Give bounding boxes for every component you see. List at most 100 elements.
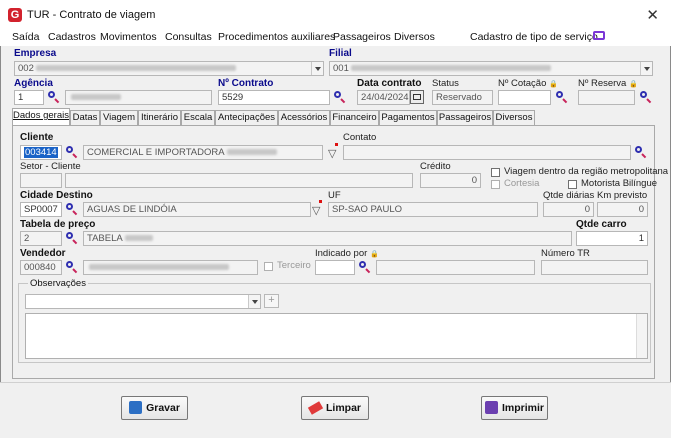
close-icon[interactable]: ✕ [646, 6, 659, 24]
km-previsto-label: Km previsto [597, 190, 648, 201]
terceiro-label: Terceiro [277, 260, 311, 271]
contrato-label: Nº Contrato [218, 78, 274, 89]
menu-passageiros[interactable]: Passageiros [333, 31, 391, 43]
cotacao-input[interactable] [498, 90, 551, 105]
cotacao-label: Nº Cotação 🔒 [498, 78, 558, 89]
required-marker [335, 143, 338, 146]
menu-movimentos[interactable]: Movimentos [100, 31, 157, 43]
agencia-input[interactable]: 1 [14, 90, 44, 105]
gravar-button[interactable]: Gravar [121, 396, 188, 420]
vendedor-label: Vendedor [20, 248, 66, 259]
tab-passageiros[interactable]: Passageiros [437, 110, 493, 125]
viagem-metropolitana-checkbox[interactable] [491, 168, 500, 177]
cliente-label: Cliente [20, 132, 54, 143]
uf-field: SP-SAO PAULO [328, 202, 538, 217]
filial-select[interactable]: 001 [329, 61, 653, 76]
qtde-carro-label: Qtde carro [576, 219, 627, 230]
tab-viagem[interactable]: Viagem [100, 110, 138, 125]
app-logo: G [8, 8, 22, 22]
tabela-preco-label: Tabela de preço [20, 219, 96, 230]
chevron-down-icon[interactable] [640, 62, 652, 75]
search-icon[interactable] [333, 90, 347, 104]
contato-input[interactable] [343, 145, 631, 160]
menu-procedimentos[interactable]: Procedimentos auxiliares [218, 31, 335, 43]
tabela-name-redacted [124, 235, 153, 242]
tab-itinerario[interactable]: Itinerário [138, 110, 181, 125]
cliente-code-selected: 003414 [24, 147, 58, 158]
vendedor-name-field [83, 260, 258, 275]
tab-acessorios[interactable]: Acessórios [278, 110, 330, 125]
search-icon[interactable] [47, 90, 61, 104]
cidade-code-input[interactable]: SP0007 [20, 202, 62, 217]
search-icon[interactable] [65, 260, 79, 274]
motorista-bilingue-checkbox[interactable] [568, 180, 577, 189]
reserva-input[interactable] [578, 90, 635, 105]
setor-input[interactable] [65, 173, 413, 188]
lock-icon: 🔒 [549, 81, 558, 88]
viagem-metropolitana-label: Viagem dentro da região metropolitana [504, 166, 669, 177]
numero-tr-input[interactable] [541, 260, 648, 275]
search-icon[interactable] [65, 231, 79, 245]
contrato-input[interactable]: 5529 [218, 90, 330, 105]
scrollbar[interactable] [636, 314, 647, 358]
menu-cadastro-tipo-servico[interactable]: Cadastro de tipo de serviço [470, 31, 598, 43]
limpar-label: Limpar [325, 402, 361, 414]
chevron-down-icon[interactable] [248, 295, 260, 308]
calendar-icon[interactable] [410, 90, 424, 104]
filter-icon[interactable]: ▽ [312, 204, 320, 217]
empresa-select[interactable]: 002 [14, 61, 324, 76]
filter-icon[interactable]: ▽ [328, 147, 336, 160]
tab-dados-gerais[interactable]: Dados gerais [12, 108, 70, 125]
search-icon[interactable] [639, 90, 653, 104]
cliente-code-input[interactable]: 003414 [20, 145, 62, 160]
search-icon[interactable] [65, 145, 79, 159]
cidade-name-field: AGUAS DE LINDÓIA [83, 202, 311, 217]
menu-diversos[interactable]: Diversos [394, 31, 435, 43]
tab-antecipacoes[interactable]: Antecipações [215, 110, 278, 125]
limpar-button[interactable]: Limpar [301, 396, 369, 420]
tab-diversos[interactable]: Diversos [493, 110, 535, 125]
data-contrato-field[interactable]: 24/04/2024 [357, 90, 410, 105]
filial-label: Filial [329, 48, 352, 59]
indicado-por-input[interactable] [315, 260, 355, 275]
cliente-name: COMERCIAL E IMPORTADORA [87, 147, 225, 158]
indicado-por-label-text: Indicado por [315, 248, 368, 259]
observacoes-textarea[interactable] [25, 313, 648, 359]
qtde-carro-input[interactable]: 1 [576, 231, 648, 246]
tabela-code-input[interactable]: 2 [20, 231, 62, 246]
menu-cadastros[interactable]: Cadastros [48, 31, 96, 43]
monitor-icon[interactable] [593, 31, 605, 40]
setor-code-input[interactable] [20, 173, 62, 188]
terceiro-checkbox[interactable] [264, 262, 273, 271]
chevron-down-icon[interactable] [311, 62, 323, 75]
filial-name-redacted [350, 65, 551, 72]
tab-pagamentos[interactable]: Pagamentos [379, 110, 437, 125]
contato-label: Contato [343, 132, 377, 143]
cliente-name-field: COMERCIAL E IMPORTADORA [83, 145, 323, 160]
tab-datas[interactable]: Datas [70, 110, 100, 125]
tab-escala[interactable]: Escala [181, 110, 215, 125]
lock-icon: 🔒 [369, 251, 379, 258]
indicado-por-label: Indicado por 🔒 [315, 248, 379, 259]
credito-field: 0 [420, 173, 481, 188]
vendedor-code-input[interactable]: 000840 [20, 260, 62, 275]
search-icon[interactable] [555, 90, 569, 104]
cortesia-checkbox[interactable] [491, 180, 500, 189]
filial-code: 001 [333, 63, 349, 74]
agencia-name-field [65, 90, 212, 105]
search-icon[interactable] [65, 202, 79, 216]
add-observacao-button[interactable]: + [264, 294, 279, 308]
search-icon[interactable] [358, 260, 372, 274]
menu-consultas[interactable]: Consultas [165, 31, 212, 43]
cliente-name-redacted [226, 149, 277, 156]
motorista-bilingue-label: Motorista Bilíngue [581, 178, 658, 189]
save-icon [129, 400, 143, 414]
tab-financeiro[interactable]: Financeiro [330, 110, 379, 125]
status-field: Reservado [432, 90, 493, 105]
imprimir-button[interactable]: Imprimir [481, 396, 548, 420]
reserva-label-text: Nº Reserva [578, 78, 627, 89]
empresa-code: 002 [18, 63, 34, 74]
search-icon[interactable] [634, 145, 648, 159]
observacoes-select[interactable] [25, 294, 261, 309]
menu-saida[interactable]: Saída [12, 31, 39, 43]
